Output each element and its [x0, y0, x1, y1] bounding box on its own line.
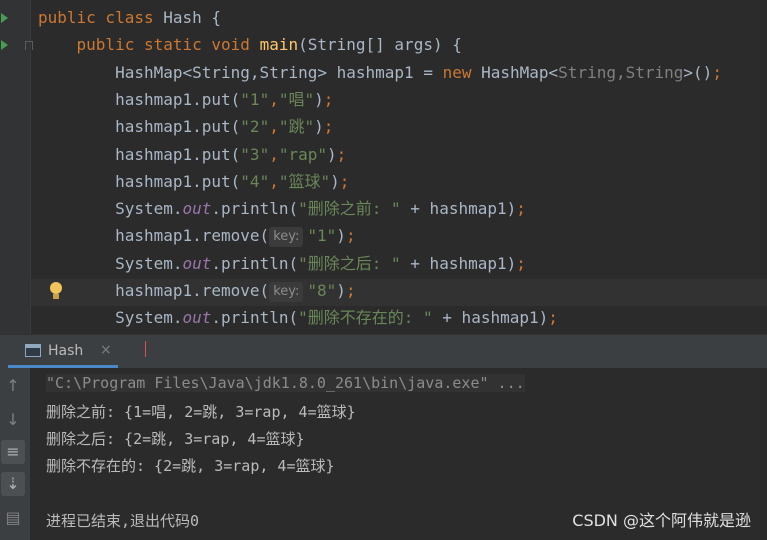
code-token: "rap" [278, 144, 328, 164]
run-main-icon[interactable] [1, 40, 8, 50]
code-token: ; [712, 62, 722, 82]
code-token: , [269, 171, 279, 191]
code-token: + hashmap1) [400, 253, 517, 273]
code-token: , [269, 89, 279, 109]
code-token: + hashmap1) [432, 308, 549, 328]
code-token: "唱" [278, 89, 315, 109]
code-token: "删除之后: " [298, 253, 401, 273]
code-token: .println( [211, 253, 299, 273]
run-tool-window-header: Hash × [0, 334, 767, 368]
code-token: System. [115, 308, 183, 328]
code-line: hashmap1.put("2","跳"); [38, 113, 333, 140]
code-line: hashmap1.put("1","唱"); [38, 86, 333, 113]
parameter-hint: key: [269, 227, 304, 248]
close-icon[interactable]: × [100, 342, 112, 358]
soft-wrap-icon[interactable]: ≡ [1, 440, 25, 464]
code-token: ) [336, 226, 346, 246]
run-toolbar: ↑ ↓ ≡ ⇣ ▤ [0, 368, 30, 540]
parameter-hint: key: [269, 282, 304, 302]
run-tab-label: Hash [48, 343, 84, 359]
print-icon[interactable]: ▤ [1, 506, 25, 530]
code-editor[interactable]: public class Hash { public static void m… [0, 0, 767, 334]
code-token: "跳" [278, 117, 315, 137]
code-line: hashmap1.put("4","篮球"); [38, 168, 349, 195]
console-line: 删除不存在的: {2=跳, 3=rap, 4=篮球} [46, 457, 335, 475]
code-token: "8" [307, 281, 337, 300]
code-token: ) [327, 144, 337, 164]
code-line: hashmap1.remove(key: "1"); [38, 222, 356, 249]
code-token: "删除之前: " [298, 199, 401, 219]
code-token: hashmap1.put( [115, 117, 241, 137]
code-token: "1" [307, 226, 337, 246]
code-token: new [442, 62, 482, 82]
code-token: out [182, 308, 212, 328]
text-caret [145, 341, 146, 357]
code-line: hashmap1.put("3","rap"); [38, 141, 346, 168]
code-token: hashmap1.put( [115, 144, 241, 164]
code-token: ) [314, 117, 324, 137]
code-token: hashmap1.remove( [115, 226, 270, 246]
run-class-icon[interactable] [1, 13, 8, 23]
code-token: ; [548, 308, 558, 328]
watermark: CSDN @这个阿伟就是逊 [572, 511, 751, 530]
code-token: Hash { [163, 8, 222, 27]
code-token: hashmap1.put( [115, 171, 241, 191]
code-token: ) [314, 89, 324, 109]
code-token: "删除不存在的: " [298, 308, 433, 328]
arrow-up-icon[interactable]: ↑ [1, 374, 25, 398]
code-token: ; [345, 226, 356, 246]
code-line: HashMap<String,String> hashmap1 = new Ha… [38, 59, 722, 86]
code-token: HashMap<String,String> hashmap1 = [115, 62, 443, 82]
code-token: main [259, 35, 299, 55]
code-token: + hashmap1) [400, 199, 517, 219]
code-token: "2" [240, 117, 270, 137]
code-line: hashmap1.remove(key: "8"); [38, 277, 356, 304]
code-token: System. [115, 253, 183, 273]
code-token: out [182, 253, 212, 273]
code-token: ) [336, 281, 346, 300]
code-token: , [269, 117, 279, 137]
code-token: "3" [240, 144, 270, 164]
code-token: public static void [76, 35, 260, 55]
code-token: ; [336, 144, 347, 164]
run-tab-hash[interactable]: Hash × [8, 335, 118, 368]
code-token: , [269, 144, 279, 164]
console-line: 删除之后: {2=跳, 3=rap, 4=篮球} [46, 430, 305, 448]
code-token: (String[] args) { [298, 35, 462, 55]
code-token: ; [339, 171, 350, 191]
scroll-to-end-icon[interactable]: ⇣ [1, 472, 25, 496]
code-token: ; [323, 89, 334, 109]
code-line: public static void main(String[] args) { [38, 31, 462, 58]
code-token: "4" [240, 171, 270, 191]
console-icon [25, 344, 41, 357]
code-token: hashmap1.put( [115, 89, 241, 109]
code-token: hashmap1.remove( [115, 281, 270, 300]
editor-gutter [0, 0, 30, 334]
code-token: String,String [558, 62, 684, 82]
code-token: public class [38, 8, 164, 27]
fold-marker-icon[interactable] [25, 41, 33, 50]
code-token: ) [330, 171, 340, 191]
console-output[interactable]: "C:\Program Files\Java\jdk1.8.0_261\bin\… [30, 368, 767, 540]
arrow-down-icon[interactable]: ↓ [1, 408, 25, 432]
code-token: ; [323, 117, 334, 137]
code-token: out [182, 199, 212, 219]
code-token: "1" [240, 89, 270, 109]
console-line: 进程已结束,退出代码0 [46, 512, 200, 530]
code-line: System.out.println("删除不存在的: " + hashmap1… [38, 304, 558, 331]
code-token: "篮球" [278, 171, 331, 191]
code-token: .println( [211, 308, 299, 328]
code-token: System. [115, 199, 183, 219]
code-token: ; [516, 199, 526, 219]
code-token: ; [345, 281, 356, 300]
code-line: System.out.println("删除之后: " + hashmap1); [38, 250, 526, 277]
console-line: 删除之前: {1=唱, 2=跳, 3=rap, 4=篮球} [46, 403, 356, 421]
code-token: >() [683, 62, 713, 82]
code-token: ; [516, 253, 526, 273]
code-line: public class Hash { [38, 4, 221, 31]
code-token: HashMap< [481, 62, 559, 82]
code-token: .println( [211, 199, 299, 219]
console-line: "C:\Program Files\Java\jdk1.8.0_261\bin\… [46, 374, 525, 392]
code-line: System.out.println("删除之前: " + hashmap1); [38, 195, 526, 222]
